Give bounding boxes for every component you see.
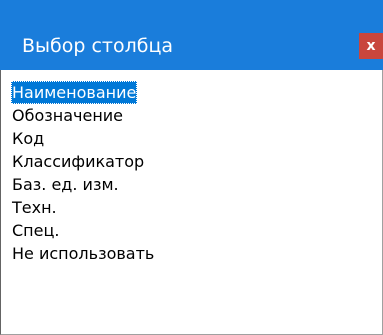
title-bar[interactable]: Выбор столбца x: [0, 0, 383, 70]
column-list: Наименование Обозначение Код Классификат…: [11, 81, 155, 265]
list-item-classifier[interactable]: Классификатор: [11, 150, 155, 173]
list-item-label: Обозначение: [12, 106, 124, 125]
list-item-tech[interactable]: Техн.: [11, 196, 155, 219]
list-item-label: Не использовать: [12, 244, 155, 263]
column-list-box[interactable]: Наименование Обозначение Код Классификат…: [0, 70, 383, 335]
list-item-base-unit[interactable]: Баз. ед. изм.: [11, 173, 155, 196]
list-item-label: Техн.: [12, 198, 57, 217]
list-item-name[interactable]: Наименование: [11, 81, 155, 104]
list-item-do-not-use[interactable]: Не использовать: [11, 242, 155, 265]
close-button[interactable]: x: [359, 33, 383, 59]
list-item-spec[interactable]: Спец.: [11, 219, 155, 242]
list-item-label: Спец.: [12, 221, 60, 240]
list-item-code[interactable]: Код: [11, 127, 155, 150]
list-item-label: Классификатор: [12, 152, 145, 171]
close-icon: x: [366, 38, 376, 54]
list-item-designation[interactable]: Обозначение: [11, 104, 155, 127]
list-item-label: Код: [12, 129, 45, 148]
column-select-dialog: Выбор столбца x Наименование Обозначение…: [0, 0, 383, 335]
list-item-label: Баз. ед. изм.: [12, 175, 119, 194]
dialog-title: Выбор столбца: [22, 35, 174, 57]
list-item-label: Наименование: [11, 81, 138, 104]
